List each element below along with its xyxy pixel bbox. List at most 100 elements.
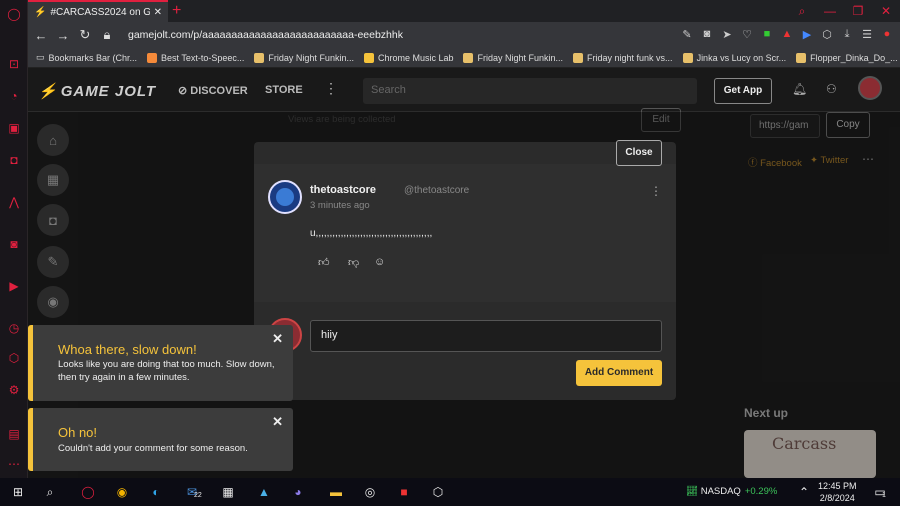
- bookmark-favicon-icon: [254, 52, 265, 63]
- bookmark-item[interactable]: Friday night funk vs...: [573, 52, 673, 63]
- error-toast: Oh no! Couldn't add your comment for som…: [28, 408, 293, 471]
- close-window-icon[interactable]: ✕: [872, 4, 900, 18]
- gamejolt-logo[interactable]: ⚡ GAME JOLT: [38, 82, 156, 100]
- app-icon[interactable]: ▲: [256, 484, 272, 500]
- opera-logo-icon[interactable]: ◯: [6, 6, 22, 22]
- cube-icon[interactable]: ⬡: [820, 26, 834, 42]
- commenter-avatar[interactable]: [268, 180, 302, 214]
- file-explorer-icon[interactable]: ▬: [328, 484, 344, 500]
- discover-link[interactable]: ⊘ DISCOVER: [178, 84, 248, 97]
- stock-widget[interactable]: 📈︎ NASDAQ +0.29%: [686, 486, 777, 497]
- slow-down-toast: Whoa there, slow down! Looks like you ar…: [28, 325, 293, 401]
- back-icon[interactable]: ←: [34, 28, 48, 43]
- gamepad-icon[interactable]: ⊡: [6, 56, 22, 72]
- settings-icon[interactable]: ⚙: [6, 382, 22, 398]
- store-icon[interactable]: ▦: [37, 164, 69, 196]
- search-icon[interactable]: ⌕: [788, 4, 816, 19]
- tray-chevron-icon[interactable]: ⌃: [796, 484, 812, 500]
- discord-icon[interactable]: ◙: [6, 236, 22, 252]
- extension-3-icon[interactable]: ▶: [800, 26, 814, 42]
- toast-body: Couldn't add your comment for some reaso…: [58, 443, 248, 454]
- bookmark-item[interactable]: Flopper_Dinka_Do_...: [796, 52, 898, 63]
- comment-modal: thetoastcore @thetoastcore 3 minutes ago…: [254, 140, 676, 400]
- chrome-icon[interactable]: ◉: [114, 484, 130, 500]
- bookmark-favicon-icon: [147, 52, 158, 63]
- notification-count: 1: [882, 492, 886, 499]
- cube-icon[interactable]: ⬡: [6, 350, 22, 366]
- extension-2-icon[interactable]: ▲: [780, 26, 794, 42]
- instagram-icon[interactable]: ◘: [6, 152, 22, 168]
- search-icon[interactable]: ⌕: [42, 484, 58, 500]
- extension-1-icon[interactable]: ■: [760, 26, 774, 42]
- tab-gamejolt[interactable]: ⚡ #CARCASS2024 on Game Jolt ✕: [28, 0, 168, 22]
- game-icon[interactable]: ■: [396, 484, 412, 500]
- bookmark-item[interactable]: Friday Night Funkin...: [254, 52, 354, 63]
- add-reaction-icon[interactable]: ☺: [374, 256, 385, 268]
- player-icon[interactable]: ▶: [6, 278, 22, 294]
- friends-icon[interactable]: ⚇: [826, 82, 837, 96]
- reload-icon[interactable]: ↻: [78, 27, 92, 43]
- bookmark-favicon-icon: [363, 52, 374, 63]
- community-2-icon[interactable]: ◉: [37, 286, 69, 318]
- close-button[interactable]: Close: [616, 140, 662, 166]
- send-icon[interactable]: ➤: [720, 26, 734, 42]
- notifications-icon[interactable]: 🔔︎: [792, 82, 807, 96]
- lock-icon[interactable]: 🔒︎: [100, 27, 114, 43]
- toast-title: Oh no!: [58, 425, 98, 440]
- easy-setup-icon[interactable]: ☰: [860, 26, 874, 42]
- notification-icon[interactable]: ▭ 1: [872, 484, 888, 500]
- speed-dial-icon[interactable]: ◔: [6, 88, 22, 104]
- comment-username[interactable]: thetoastcore: [310, 184, 376, 196]
- new-tab-button[interactable]: +: [172, 2, 181, 20]
- close-icon[interactable]: ✕: [272, 414, 283, 430]
- folder-icon: ▭: [36, 52, 45, 62]
- bookmark-favicon-icon: [463, 52, 474, 63]
- bookmark-item[interactable]: Friday Night Funkin...: [463, 52, 563, 63]
- more-icon[interactable]: ⋯: [6, 456, 22, 472]
- profile-avatar-icon[interactable]: ●: [880, 26, 894, 42]
- mail-icon[interactable]: ✉ 22: [184, 484, 202, 500]
- start-icon[interactable]: ⊞: [10, 484, 26, 500]
- arrow-icon[interactable]: ⋀: [6, 194, 22, 210]
- obs-icon[interactable]: ◎: [362, 484, 378, 500]
- search-input[interactable]: Search: [363, 78, 697, 104]
- comment-text: u,,,,,,,,,,,,,,,,,,,,,,,,,,,,,,,,,,,,,,,…: [310, 228, 433, 239]
- history-icon[interactable]: ◷: [6, 320, 22, 336]
- cube-app-icon[interactable]: ⬡: [430, 484, 446, 500]
- snapshot-icon[interactable]: ▤: [6, 426, 22, 442]
- store-link[interactable]: STORE: [265, 84, 303, 96]
- compass-icon: ⊘: [178, 85, 191, 97]
- add-comment-button[interactable]: Add Comment: [576, 360, 662, 386]
- bookmark-favicon-icon: [573, 52, 584, 63]
- chat-icon[interactable]: ◕: [290, 484, 306, 500]
- opera-icon[interactable]: ◯: [80, 484, 96, 500]
- bookmark-item[interactable]: Jinka vs Lucy on Scr...: [682, 52, 786, 63]
- get-app-button[interactable]: Get App: [714, 78, 772, 104]
- home-icon[interactable]: ⌂: [37, 124, 69, 156]
- heart-icon[interactable]: ♡: [740, 26, 754, 42]
- bookmark-item[interactable]: Best Text-to-Speec...: [147, 52, 244, 63]
- camera-icon[interactable]: ◙: [700, 26, 714, 42]
- community-icon[interactable]: ✎: [37, 246, 69, 278]
- more-menu-icon[interactable]: ⋮: [324, 80, 338, 97]
- edge-icon[interactable]: ◐: [148, 484, 164, 500]
- backpack-icon[interactable]: ◘: [37, 204, 69, 236]
- comment-options-icon[interactable]: ⋮: [650, 184, 662, 198]
- close-icon[interactable]: ✕: [272, 331, 283, 347]
- thumbs-up-icon[interactable]: 👍︎: [318, 256, 330, 269]
- minimize-icon[interactable]: —: [816, 4, 844, 18]
- forward-icon[interactable]: →: [56, 28, 70, 43]
- thumbs-down-icon[interactable]: 👎︎: [348, 256, 359, 269]
- maximize-icon[interactable]: ❐: [844, 4, 872, 18]
- comment-input[interactable]: hiiy: [310, 320, 662, 352]
- clock[interactable]: 12:45 PM 2/8/2024: [818, 480, 857, 504]
- url-field[interactable]: gamejolt.com/p/aaaaaaaaaaaaaaaaaaaaaaaaa…: [128, 29, 403, 41]
- bookmark-item[interactable]: Chrome Music Lab: [363, 52, 453, 63]
- edit-icon[interactable]: ✎: [680, 26, 694, 42]
- close-tab-icon[interactable]: ✕: [154, 7, 162, 18]
- user-avatar[interactable]: [858, 76, 882, 100]
- twitch-icon[interactable]: ▣: [6, 120, 22, 136]
- download-icon[interactable]: ⤓: [840, 26, 854, 42]
- store-icon[interactable]: ▦: [220, 484, 236, 500]
- bookmark-item[interactable]: ▭ Bookmarks Bar (Chr...: [36, 52, 137, 63]
